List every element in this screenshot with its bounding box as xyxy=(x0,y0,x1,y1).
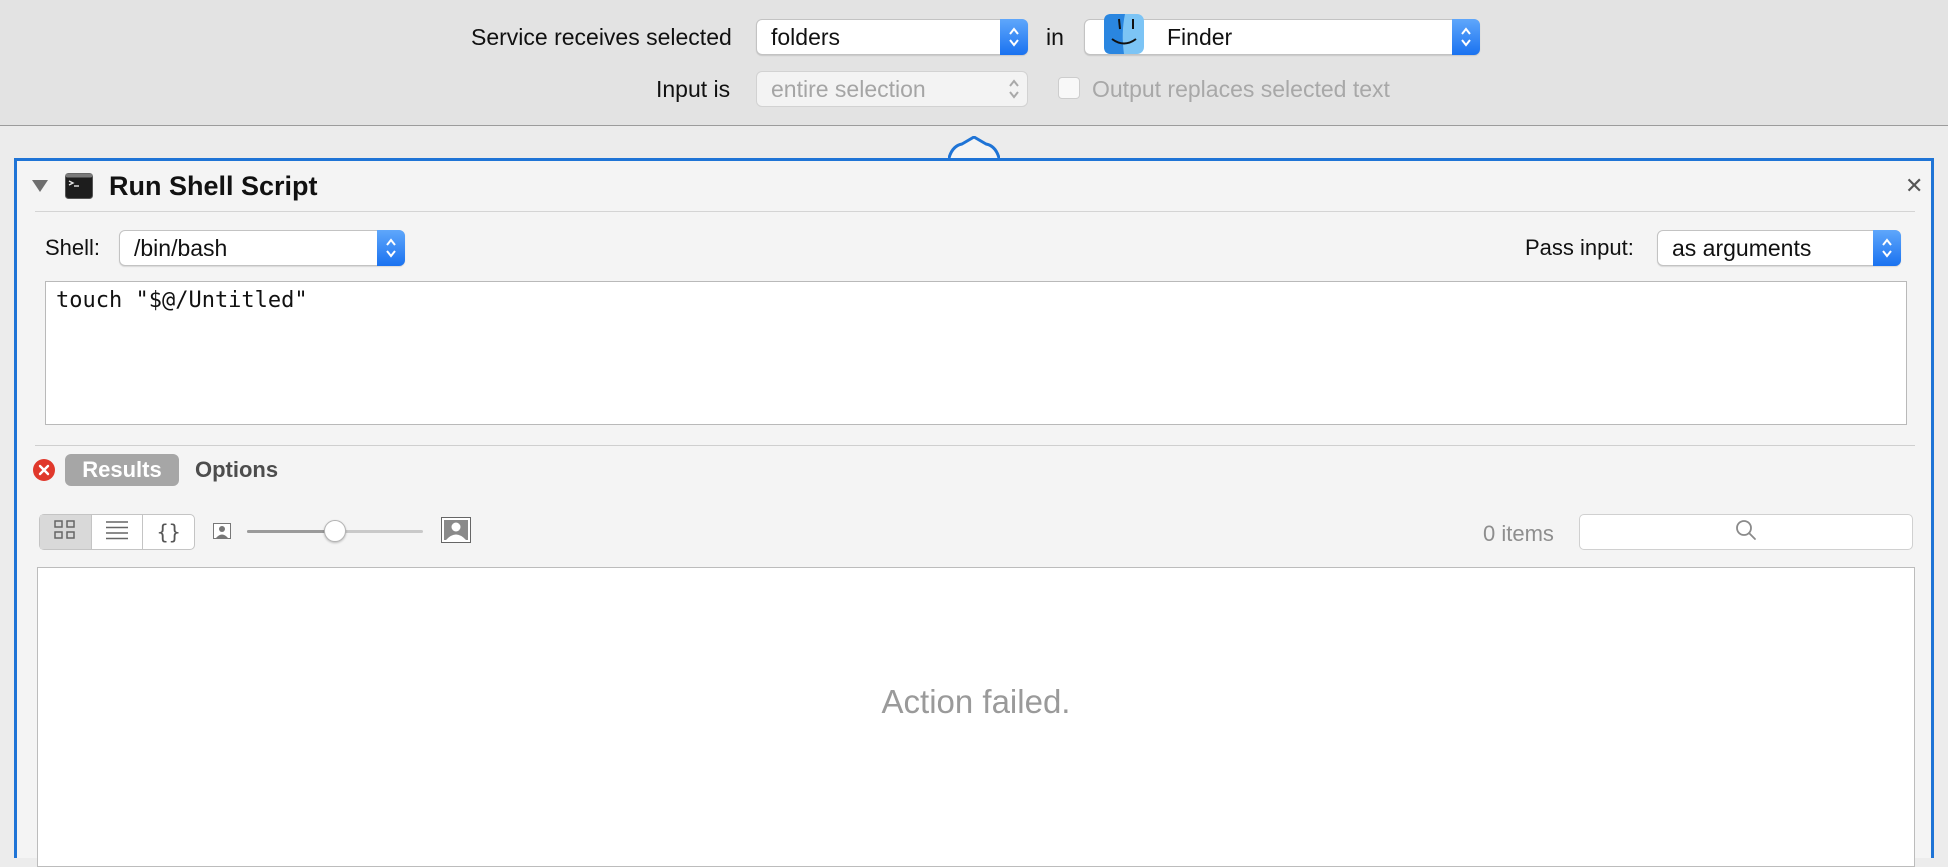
tab-options[interactable]: Options xyxy=(195,454,278,486)
list-view-button[interactable] xyxy=(92,515,144,549)
output-replaces-checkbox[interactable] xyxy=(1058,77,1080,99)
finder-icon xyxy=(1103,13,1145,55)
service-input-type-value: folders xyxy=(771,24,841,50)
popup-stepper-icon xyxy=(1000,19,1028,55)
results-view: Action failed. xyxy=(37,567,1915,867)
large-thumbnail-icon xyxy=(441,517,471,548)
icon-view-button[interactable] xyxy=(40,515,92,549)
input-is-value: entire selection xyxy=(771,76,926,102)
popup-stepper-icon xyxy=(1873,230,1901,266)
service-input-type-popup[interactable]: folders xyxy=(756,19,1028,55)
application-popup[interactable]: Finder xyxy=(1084,14,1480,55)
popup-stepper-icon xyxy=(377,230,405,266)
pass-input-label: Pass input: xyxy=(1525,235,1634,260)
application-value: Finder xyxy=(1167,24,1233,50)
service-receives-label: Service receives selected xyxy=(471,24,732,50)
terminal-icon xyxy=(65,173,93,204)
popup-stepper-icon xyxy=(1000,71,1028,107)
close-icon[interactable]: ✕ xyxy=(1905,173,1923,199)
input-is-popup[interactable]: entire selection xyxy=(756,71,1028,107)
in-label: in xyxy=(1046,24,1064,50)
icon-size-slider-knob[interactable] xyxy=(324,520,346,542)
code-view-button[interactable]: {} xyxy=(143,515,194,549)
output-replaces-label: Output replaces selected text xyxy=(1092,76,1390,102)
small-thumbnail-icon xyxy=(213,523,231,544)
shell-value: /bin/bash xyxy=(134,235,228,261)
disclosure-triangle-icon[interactable] xyxy=(31,179,49,198)
item-count: 0 items xyxy=(1483,521,1554,546)
pass-input-popup[interactable]: as arguments xyxy=(1657,230,1901,266)
action-title: Run Shell Script xyxy=(109,171,318,201)
script-editor[interactable]: touch "$@/Untitled" xyxy=(45,281,1907,425)
pass-input-value: as arguments xyxy=(1672,235,1812,261)
action-failed-message: Action failed. xyxy=(881,683,1071,720)
list-icon xyxy=(105,520,129,545)
input-is-label: Input is xyxy=(656,76,731,102)
braces-icon: {} xyxy=(156,520,181,544)
shell-popup[interactable]: /bin/bash xyxy=(119,230,405,266)
results-divider xyxy=(35,445,1915,446)
icon-size-fill xyxy=(247,530,335,533)
search-icon xyxy=(1735,519,1757,546)
run-shell-script-action: Run Shell Script ✕ Shell: /bin/bash Pass… xyxy=(14,158,1934,867)
shell-label: Shell: xyxy=(45,235,101,260)
view-mode-control: {} xyxy=(39,514,195,550)
header-divider xyxy=(35,211,1915,212)
grid-icon xyxy=(54,519,76,545)
tab-results[interactable]: Results xyxy=(65,454,179,486)
service-bar: Service receives selected folders in Fin… xyxy=(0,0,1948,126)
results-search-field[interactable] xyxy=(1579,514,1913,550)
popup-stepper-icon xyxy=(1452,19,1480,55)
error-icon xyxy=(32,458,56,487)
